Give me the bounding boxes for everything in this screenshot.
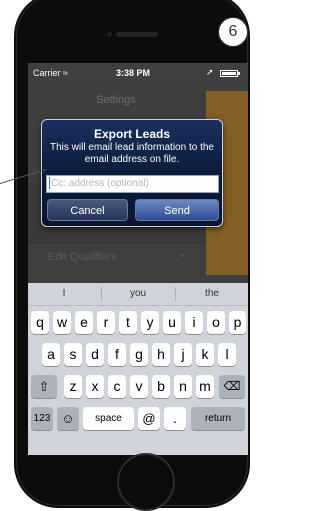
status-bar: Carrier ≈ 3:38 PM ➚ — [28, 63, 248, 83]
key-w[interactable]: w — [53, 311, 71, 334]
delete-key[interactable]: ⌫ — [219, 375, 245, 398]
key-j[interactable]: j — [174, 343, 192, 366]
shift-icon: ⇧ — [38, 379, 50, 394]
clock: 3:38 PM — [116, 68, 151, 78]
step-number-badge: 6 — [218, 17, 248, 47]
at-key[interactable]: @ — [138, 407, 160, 430]
key-z[interactable]: z — [64, 375, 82, 398]
key-l[interactable]: l — [218, 343, 236, 366]
key-y[interactable]: y — [141, 311, 159, 334]
carrier-label: Carrier ≈ — [33, 68, 68, 78]
key-r[interactable]: r — [97, 311, 115, 334]
key-s[interactable]: s — [64, 343, 82, 366]
key-g[interactable]: g — [130, 343, 148, 366]
location-arrow-icon: ➚ — [206, 67, 214, 77]
key-i[interactable]: i — [185, 311, 203, 334]
battery-tip — [238, 72, 240, 75]
return-key[interactable]: return — [191, 407, 245, 430]
export-leads-dialog: Export Leads This will email lead inform… — [41, 119, 223, 227]
cancel-button[interactable]: Cancel — [47, 199, 128, 221]
key-n[interactable]: n — [174, 375, 192, 398]
suggestion-bar: I you the — [28, 283, 248, 306]
suggestion-1[interactable]: I — [28, 288, 100, 299]
chevron-down-icon: ⌄ — [178, 249, 187, 260]
key-e[interactable]: e — [75, 311, 93, 334]
key-q[interactable]: q — [31, 311, 49, 334]
key-v[interactable]: v — [130, 375, 148, 398]
key-b[interactable]: b — [152, 375, 170, 398]
key-d[interactable]: d — [86, 343, 104, 366]
space-key[interactable]: space — [83, 407, 134, 430]
emoji-icon: ☺ — [61, 411, 75, 426]
wifi-icon: ≈ — [63, 68, 68, 78]
shift-key[interactable]: ⇧ — [31, 375, 57, 398]
home-button[interactable] — [117, 453, 175, 511]
key-u[interactable]: u — [163, 311, 181, 334]
send-button[interactable]: Send — [135, 199, 219, 221]
keyboard: I you the q w e r t y u i o p a s d f g … — [28, 283, 248, 455]
dialog-title: Export Leads — [93, 127, 171, 141]
phone-screen: Settings Edit Qualifiers ⌄ Carrier ≈ 3:3… — [28, 63, 248, 455]
edit-qualifiers-item: Edit Qualifiers — [48, 251, 117, 263]
dialog-message: This will email lead information to the … — [50, 142, 214, 165]
suggestion-3[interactable]: the — [176, 288, 248, 299]
key-f[interactable]: f — [108, 343, 126, 366]
camera-dot — [107, 32, 112, 37]
battery-icon — [220, 70, 238, 77]
key-a[interactable]: a — [42, 343, 60, 366]
speaker-grille — [116, 32, 158, 37]
key-c[interactable]: c — [108, 375, 126, 398]
cc-address-input[interactable]: Cc: address (optional) — [46, 175, 219, 193]
key-m[interactable]: m — [196, 375, 214, 398]
key-o[interactable]: o — [207, 311, 225, 334]
suggestion-2[interactable]: you — [102, 288, 174, 299]
key-x[interactable]: x — [86, 375, 104, 398]
key-p[interactable]: p — [229, 311, 246, 334]
cc-placeholder: Cc: address (optional) — [51, 178, 149, 189]
key-t[interactable]: t — [119, 311, 137, 334]
backspace-icon: ⌫ — [223, 379, 241, 393]
text-caret — [49, 177, 50, 190]
numbers-key[interactable]: 123 — [31, 407, 53, 430]
emoji-key[interactable]: ☺ — [57, 407, 79, 430]
key-k[interactable]: k — [196, 343, 214, 366]
nav-title: Settings — [96, 94, 136, 106]
dot-key[interactable]: . — [164, 407, 186, 430]
key-h[interactable]: h — [152, 343, 170, 366]
